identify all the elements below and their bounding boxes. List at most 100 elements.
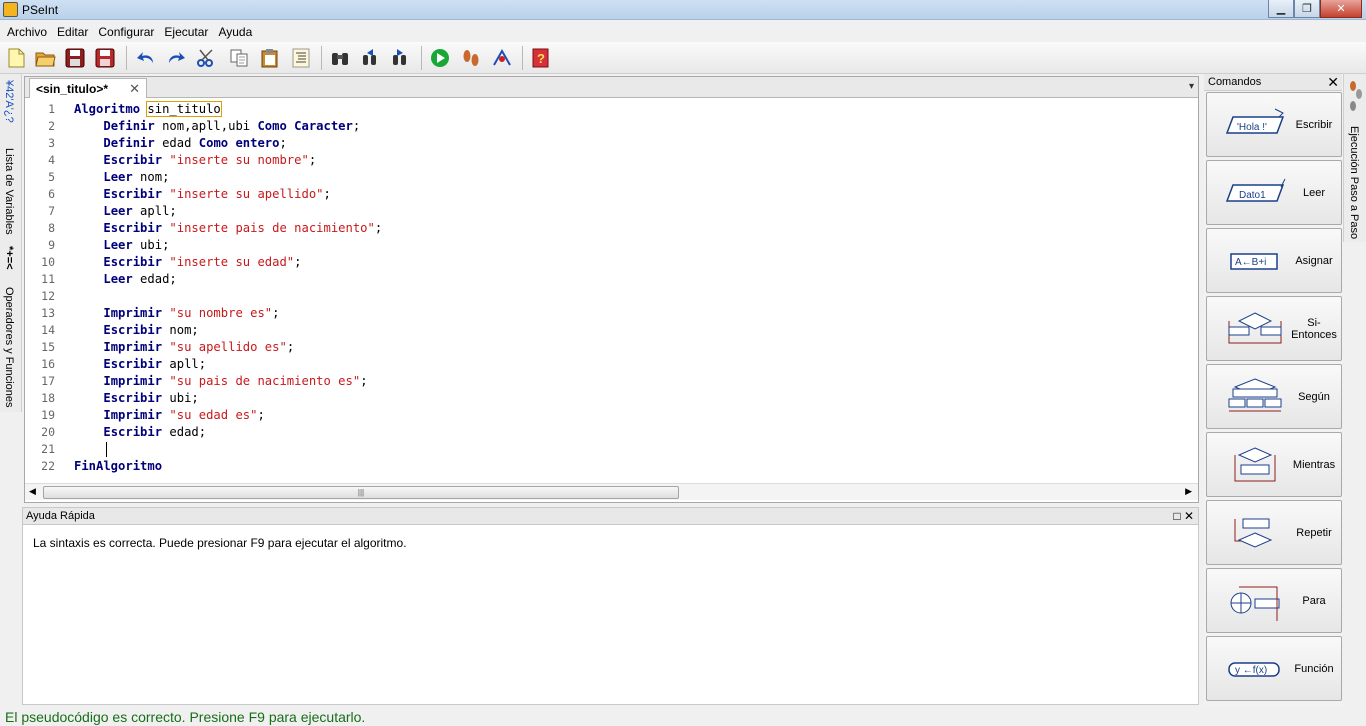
restore-icon[interactable]: □ xyxy=(1173,509,1180,523)
code-line[interactable]: 20 Escribir edad; xyxy=(25,424,1198,441)
code-line[interactable]: 1 Algoritmo sin_titulo xyxy=(25,101,1198,118)
code-line[interactable]: 13 Imprimir "su nombre es"; xyxy=(25,305,1198,322)
tab-ejecucion-paso-a-paso[interactable]: Ejecución Paso a Paso xyxy=(1348,126,1360,239)
scroll-left-icon[interactable]: ◀ xyxy=(29,486,36,497)
command-si-entonces-button[interactable]: Si-Entonces xyxy=(1206,296,1342,361)
menu-editar[interactable]: Editar xyxy=(52,25,93,39)
scroll-right-icon[interactable]: ▶ xyxy=(1185,486,1192,497)
text-token: sin_titulo xyxy=(146,101,222,117)
line-number: 1 xyxy=(48,102,55,116)
string-token: "inserte su apellido" xyxy=(169,187,324,201)
code-line[interactable]: 16 Escribir apll; xyxy=(25,356,1198,373)
code-line[interactable]: 4 Escribir "inserte su nombre"; xyxy=(25,152,1198,169)
text-token: ; xyxy=(323,187,331,201)
minimize-button[interactable]: ▁ xyxy=(1268,0,1294,18)
copy-icon[interactable] xyxy=(227,46,251,70)
left-side-panel: ¥42'A'¿? Lista de Variables *+=< Operado… xyxy=(0,74,22,412)
step-icon[interactable] xyxy=(459,46,483,70)
line-number: 2 xyxy=(48,119,55,133)
tab-operadores-y-funciones[interactable]: Operadores y Funciones xyxy=(3,287,15,407)
help-icon[interactable]: ? xyxy=(529,46,553,70)
save-as-icon[interactable] xyxy=(93,46,117,70)
undo-icon[interactable] xyxy=(134,46,158,70)
code-line[interactable]: 15 Imprimir "su apellido es"; xyxy=(25,339,1198,356)
save-icon[interactable] xyxy=(63,46,87,70)
command-segun-button[interactable]: Según xyxy=(1206,364,1342,429)
command-label: Para xyxy=(1302,594,1326,607)
code-line[interactable]: 14 Escribir nom; xyxy=(25,322,1198,339)
text-token: ubi; xyxy=(162,391,199,405)
code-line[interactable]: 2 Definir nom,apll,ubi Como Caracter; xyxy=(25,118,1198,135)
menu-ejecutar[interactable]: Ejecutar xyxy=(159,25,213,39)
code-line[interactable]: 19 Imprimir "su edad es"; xyxy=(25,407,1198,424)
command-leer-button[interactable]: Dato1 Leer xyxy=(1206,160,1342,225)
code-line[interactable]: 5 Leer nom; xyxy=(25,169,1198,186)
command-label: Leer xyxy=(1302,186,1326,199)
command-label: Repetir xyxy=(1296,526,1332,539)
line-content: Escribir "inserte su apellido"; xyxy=(74,186,331,203)
code-line[interactable]: 12 xyxy=(25,288,1198,305)
tab-list-dropdown-icon[interactable]: ▾ xyxy=(1189,81,1194,92)
menu-ayuda[interactable]: Ayuda xyxy=(213,25,257,39)
code-line[interactable]: 3 Definir edad Como entero; xyxy=(25,135,1198,152)
horizontal-scrollbar[interactable]: ◀ ||| ▶ xyxy=(25,483,1198,500)
close-commands-icon[interactable]: ✕ xyxy=(1327,74,1339,91)
window-controls: ▁ ❐ ✕ xyxy=(1268,0,1362,18)
toolbar-separator xyxy=(522,46,523,70)
command-mientras-button[interactable]: Mientras xyxy=(1206,432,1342,497)
command-para-button[interactable]: Para xyxy=(1206,568,1342,633)
line-content: Imprimir "su pais de nacimiento es"; xyxy=(74,373,367,390)
code-line[interactable]: 22 FinAlgoritmo xyxy=(25,458,1198,475)
line-content: Escribir nom; xyxy=(74,322,198,339)
menu-archivo[interactable]: Archivo xyxy=(2,25,52,39)
command-escribir-button[interactable]: 'Hola !' Escribir xyxy=(1206,92,1342,157)
line-content: Leer edad; xyxy=(74,271,176,288)
new-file-icon[interactable] xyxy=(4,46,28,70)
line-content: Imprimir "su nombre es"; xyxy=(74,305,279,322)
code-line[interactable]: 7 Leer apll; xyxy=(25,203,1198,220)
command-asignar-button[interactable]: A←B+i Asignar xyxy=(1206,228,1342,293)
tab-sin-titulo[interactable]: <sin_titulo>* ✕ xyxy=(29,78,147,98)
command-funcion-button[interactable]: y ←f(x) Función xyxy=(1206,636,1342,701)
scrollbar-thumb[interactable]: ||| xyxy=(43,486,679,499)
code-line[interactable]: 10 Escribir "inserte su edad"; xyxy=(25,254,1198,271)
flowchart-icon[interactable] xyxy=(490,46,514,70)
line-number: 8 xyxy=(48,221,55,235)
code-line[interactable]: 17 Imprimir "su pais de nacimiento es"; xyxy=(25,373,1198,390)
tab-close-icon[interactable]: ✕ xyxy=(129,81,140,97)
find-prev-icon[interactable] xyxy=(358,46,382,70)
cut-icon[interactable] xyxy=(194,46,218,70)
commands-panel: Comandos ✕ 'Hola !' Escribir Dato1 Leer … xyxy=(1204,74,1342,706)
code-line[interactable]: 8 Escribir "inserte pais de nacimiento"; xyxy=(25,220,1198,237)
toolbar-separator xyxy=(321,46,322,70)
string-token: "su edad es" xyxy=(169,408,258,422)
code-area[interactable]: 1 Algoritmo sin_titulo 2 Definir nom,apll,… xyxy=(25,101,1198,483)
line-content: Escribir "inserte su nombre"; xyxy=(74,152,316,169)
code-line[interactable]: 6 Escribir "inserte su apellido"; xyxy=(25,186,1198,203)
svg-text:'Hola !': 'Hola !' xyxy=(1237,122,1267,133)
find-icon[interactable] xyxy=(328,46,352,70)
menu-configurar[interactable]: Configurar xyxy=(93,25,159,39)
indent-icon[interactable] xyxy=(289,46,313,70)
close-help-icon[interactable]: ✕ xyxy=(1184,509,1194,523)
run-icon[interactable] xyxy=(428,46,452,70)
code-line[interactable]: 18 Escribir ubi; xyxy=(25,390,1198,407)
text-token: ; xyxy=(352,119,361,133)
command-repetir-button[interactable]: Repetir xyxy=(1206,500,1342,565)
read-icon: Dato1 xyxy=(1225,178,1286,202)
tab-lista-de-variables[interactable]: Lista de Variables xyxy=(3,148,15,235)
paste-icon[interactable] xyxy=(258,46,282,70)
code-line[interactable]: 11 Leer edad; xyxy=(25,271,1198,288)
close-window-button[interactable]: ✕ xyxy=(1320,0,1362,18)
maximize-button[interactable]: ❐ xyxy=(1294,0,1320,18)
keyword-token: Escribir xyxy=(103,391,163,405)
code-line[interactable]: 9 Leer ubi; xyxy=(25,237,1198,254)
find-next-icon[interactable] xyxy=(388,46,412,70)
redo-icon[interactable] xyxy=(164,46,188,70)
text-token: edad xyxy=(154,136,199,150)
code-line[interactable]: 21 xyxy=(25,441,1198,458)
open-folder-icon[interactable] xyxy=(33,46,57,70)
line-number: 17 xyxy=(41,374,55,388)
